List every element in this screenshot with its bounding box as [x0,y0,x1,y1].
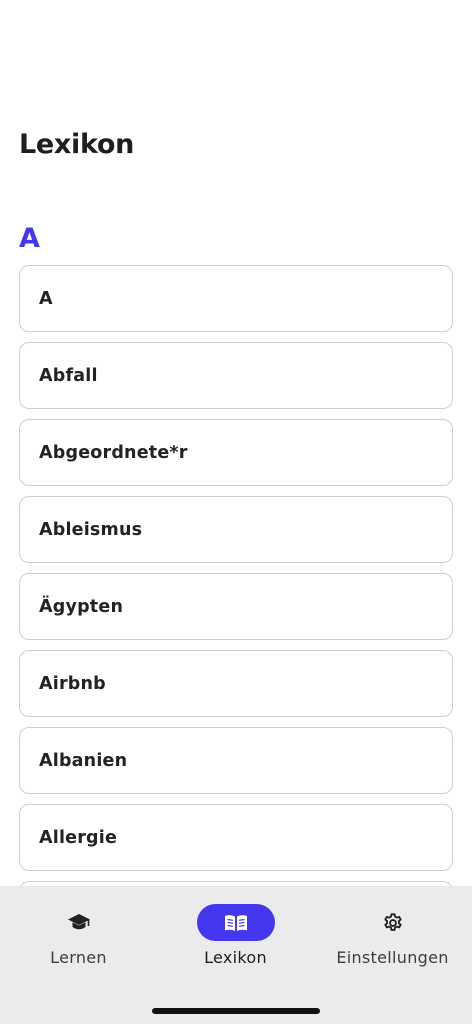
lexicon-entry[interactable]: Albanien [19,727,453,794]
tab-lernen[interactable]: Lernen [0,904,157,974]
section-header-letter: A [19,223,40,254]
tab-einstellungen[interactable]: Einstellungen [314,904,471,974]
tab-label: Lernen [50,948,107,967]
lexicon-entry[interactable]: Allergie [19,804,453,871]
tab-lexikon[interactable]: Lexikon [157,904,314,974]
graduation-cap-icon [40,904,118,941]
gear-icon [354,904,432,941]
lexicon-entry[interactable]: Abgeordnete*r [19,419,453,486]
lexicon-entry[interactable]: Abfall [19,342,453,409]
tab-label: Lexikon [204,948,267,967]
lexicon-entry[interactable]: A [19,265,453,332]
lexicon-entry[interactable]: Airbnb [19,650,453,717]
bottom-tab-bar: Lernen Lexikon Einstellungen [0,886,472,1024]
lexicon-entry[interactable]: Ägypten [19,573,453,640]
lexicon-entry[interactable]: Ableismus [19,496,453,563]
lexicon-entry-list: A Abfall Abgeordnete*r Ableismus Ägypten… [19,265,453,886]
tab-label: Einstellungen [336,948,449,967]
home-indicator [152,1008,320,1014]
page-title: Lexikon [19,129,135,160]
open-book-icon [196,904,275,941]
